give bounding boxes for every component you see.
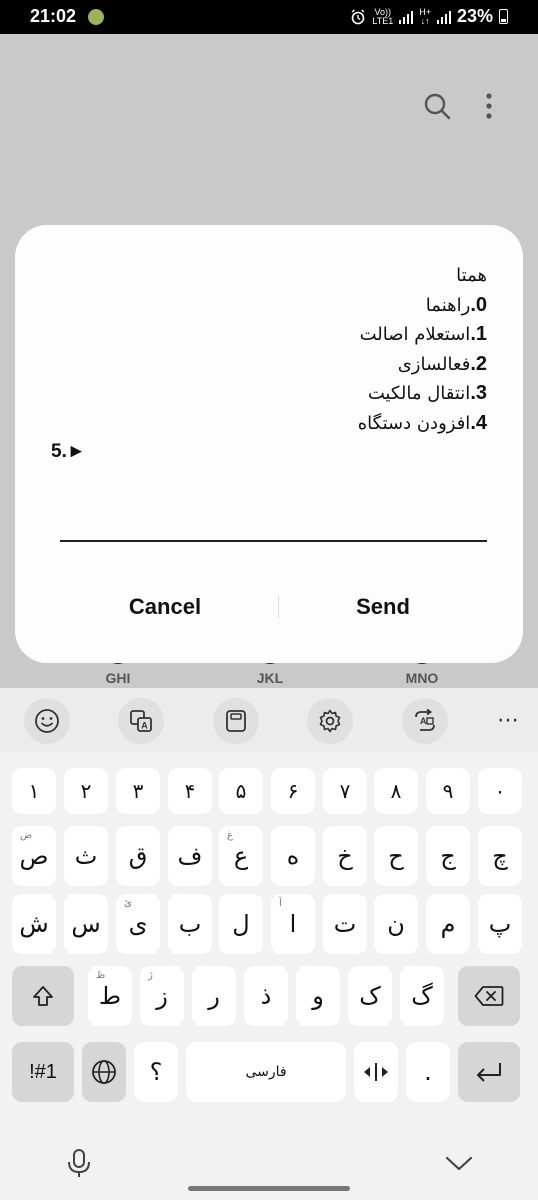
shift-key[interactable] [12,966,74,1026]
key-9[interactable]: ۹ [426,768,470,814]
translate-icon: A [130,710,152,732]
letter-key[interactable]: ژز [140,966,184,1026]
ussd-line: 4.افزودن دستگاه [357,411,487,434]
cursor-control-key[interactable] [354,1042,398,1102]
letter-key[interactable]: م [426,894,470,954]
letter-key[interactable]: پ [478,894,522,954]
keyboard-toolbar: A A ⋯ [0,688,538,752]
letter-key[interactable]: ت [323,894,367,954]
ussd-line: 1.استعلام اصالت [359,323,487,345]
key-3[interactable]: ۳ [116,768,160,814]
signal-1-icon [399,10,414,24]
letter-key[interactable]: آا [271,894,315,954]
letter-key[interactable]: غع [219,826,263,886]
battery-icon [499,9,508,24]
letter-key[interactable]: ش [12,894,56,954]
enter-key[interactable] [458,1042,520,1102]
more-icon[interactable]: ⋯ [490,702,526,738]
ussd-line: همتا [456,265,487,286]
key-2[interactable]: ۲ [64,768,108,814]
clipboard-icon [226,710,246,732]
hide-keyboard-icon[interactable] [444,1150,474,1176]
letter-key[interactable]: ح [374,826,418,886]
letter-key[interactable]: ل [219,894,263,954]
letter-key[interactable]: س [64,894,108,954]
emoji-icon [35,709,59,733]
search-icon[interactable] [423,92,451,120]
period-key[interactable]: . [406,1042,450,1102]
letter-key[interactable]: ف [168,826,212,886]
keyboard: A A ⋯ ۱ ۲ ۳ ۴ ۵ ۶ ۷ ۸ ۹ ۰ ض ص ث ق ف غ ع … [0,688,538,1200]
status-time: 21:02 [30,6,77,26]
letter-key[interactable]: ضص [12,826,56,886]
space-key[interactable]: فارسی [186,1042,346,1102]
svg-text:A: A [420,716,427,726]
settings-icon [319,709,341,733]
enter-icon [477,1063,501,1082]
letter-key[interactable]: ث [64,826,108,886]
translate-button[interactable]: A [118,698,164,744]
question-mark-key[interactable]: ؟ [134,1042,178,1102]
button-divider [278,595,279,619]
letter-key[interactable]: ک [348,966,392,1026]
input-underline [60,540,487,542]
ussd-dialog: همتا 0.راهنما 1.استعلام اصالت 2.فعالسازی… [15,225,523,663]
letter-key[interactable]: ق [116,826,160,886]
letter-key[interactable]: و [296,966,340,1026]
language-key[interactable] [82,1042,126,1102]
letter-key[interactable]: گ [400,966,444,1026]
letter-key[interactable]: ه [271,826,315,886]
more-options-icon[interactable] [484,92,494,120]
ussd-line: 0.راهنما [425,293,487,316]
send-button[interactable]: Send [283,585,483,629]
battery-percent: 23% [456,6,493,26]
ussd-prompt: 5.► [51,441,86,462]
backspace-key[interactable] [458,966,520,1026]
letter-key[interactable]: ظط [88,966,132,1026]
mode-switch-icon: A [415,708,435,731]
letter-key[interactable]: ج [426,826,470,886]
app-notification-icon [88,9,104,25]
key-8[interactable]: ۸ [374,768,418,814]
ussd-message: همتا 0.راهنما 1.استعلام اصالت 2.فعالسازی… [47,261,487,438]
mode-switch-button[interactable]: A [402,698,448,744]
keyboard-settings-button[interactable] [307,698,353,744]
volte-indicator: Vo)) LTE1 [372,6,394,26]
key-7[interactable]: ۷ [323,768,367,814]
ussd-line: 2.فعالسازی [397,352,487,375]
symbols-key[interactable]: !#1 [12,1042,74,1102]
shift-icon [33,986,53,1006]
letter-key[interactable]: ذ [244,966,288,1026]
signal-2-icon [436,10,451,24]
key-4[interactable]: ۴ [168,768,212,814]
gesture-handle[interactable] [188,1186,350,1191]
letter-key[interactable]: ئی [116,894,160,954]
key-6[interactable]: ۶ [271,768,315,814]
ussd-line: 3.انتقال مالکیت [367,382,487,404]
alarm-icon [351,8,365,24]
letter-key[interactable]: خ [323,826,367,886]
navigation-bar [0,1130,538,1200]
letter-key[interactable]: ر [192,966,236,1026]
key-1[interactable]: ۱ [12,768,56,814]
backspace-icon [474,986,504,1006]
letter-key[interactable]: ب [168,894,212,954]
network-type: H+ ↓↑ [419,6,431,26]
status-bar: 21:02 Vo)) LTE1 H+ ↓↑ 23% [0,0,538,34]
emoji-button[interactable] [24,698,70,744]
cursor-move-icon [364,1063,388,1081]
key-0[interactable]: ۰ [478,768,522,814]
letter-key[interactable]: ن [374,894,418,954]
key-5[interactable]: ۵ [219,768,263,814]
ussd-reply-input[interactable] [60,500,487,536]
microphone-icon[interactable] [64,1148,94,1178]
status-indicators: Vo)) LTE1 H+ ↓↑ 23% [350,6,508,27]
clipboard-button[interactable] [213,698,259,744]
cancel-button[interactable]: Cancel [65,585,265,629]
globe-icon [92,1060,116,1084]
letter-key[interactable]: چ [478,826,522,886]
svg-text:A: A [141,721,148,731]
